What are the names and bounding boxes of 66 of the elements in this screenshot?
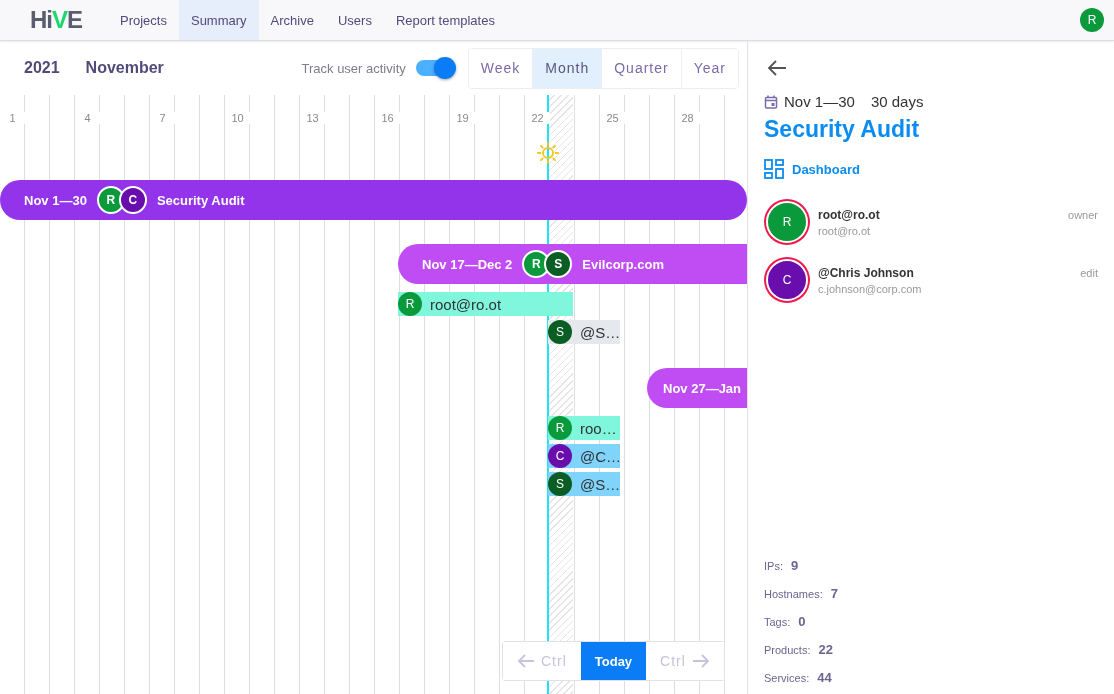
sun-icon xyxy=(537,142,559,164)
user-avatar[interactable]: R xyxy=(1080,8,1104,32)
nav-tab[interactable]: Report templates xyxy=(383,0,507,40)
activity-user: root@ro.ot xyxy=(430,295,502,313)
project-dates: Nov 1—30 xyxy=(784,93,855,110)
nav-tab[interactable]: Summary xyxy=(178,0,259,40)
project-bar[interactable]: Nov 27—Jan xyxy=(647,368,747,408)
project-dates: Nov 27—Jan xyxy=(663,380,742,396)
member-name: @Chris Johnson xyxy=(818,265,915,280)
stat-value: 44 xyxy=(817,670,832,685)
nav-tab[interactable]: Projects xyxy=(108,0,179,40)
project-duration: 30 days xyxy=(870,93,924,110)
stat-value: 9 xyxy=(790,558,799,573)
calendar-icon xyxy=(764,94,778,109)
activity-bar[interactable]: S @S… xyxy=(548,472,620,496)
year-label: 2021 xyxy=(24,59,60,77)
period-tab[interactable]: Year xyxy=(680,48,738,88)
member-avatar: C xyxy=(118,186,147,214)
activity-user: roo… xyxy=(580,419,617,437)
track-toggle[interactable] xyxy=(415,60,454,76)
member-avatar: S xyxy=(548,320,572,344)
project-dates: Nov 1—30 xyxy=(24,192,87,208)
arrow-right-icon xyxy=(691,653,710,669)
period-tab[interactable]: Month xyxy=(532,48,602,88)
stat-value: 0 xyxy=(798,614,806,629)
member-avatar: S xyxy=(548,472,572,496)
nav-tab[interactable]: Users xyxy=(325,0,384,40)
stat-value: 22 xyxy=(818,642,833,657)
member-avatar: C xyxy=(766,259,808,301)
stat-label: Products: xyxy=(764,644,811,656)
toggle-label: Track user activity xyxy=(301,60,406,76)
back-arrow-icon[interactable] xyxy=(767,59,787,77)
project-dates: Nov 17—Dec 2 xyxy=(422,256,513,272)
stat-value: 7 xyxy=(830,586,838,601)
member-avatar: S xyxy=(544,250,573,278)
member-avatar: R xyxy=(548,416,572,440)
project-name: Evilcorp.com xyxy=(582,256,664,272)
activity-user: @S… xyxy=(580,475,621,493)
dashboard-icon xyxy=(764,159,784,179)
activity-bar[interactable]: R root@ro.ot xyxy=(398,292,573,316)
member-email: root@ro.ot xyxy=(818,224,872,237)
stat-label: Services: xyxy=(764,672,810,684)
activity-user: @S… xyxy=(580,323,621,341)
project-bar[interactable]: Nov 17—Dec 2 R S Evilcorp.com xyxy=(398,244,747,284)
stat-label: Tags: xyxy=(764,616,791,628)
activity-bar[interactable]: C @C… xyxy=(548,444,620,468)
logo[interactable]: HiVE xyxy=(0,6,108,34)
project-bar[interactable]: Nov 1—30 R C Security Audit xyxy=(0,180,747,220)
stat-label: IPs: xyxy=(764,560,783,572)
activity-user: @C… xyxy=(580,447,622,465)
stat-label: Hostnames: xyxy=(764,588,823,600)
member-role: owner xyxy=(1068,209,1098,221)
project-title: Security Audit xyxy=(764,116,920,143)
activity-bar[interactable]: S @S… xyxy=(548,320,620,344)
arrow-left-icon xyxy=(517,653,535,669)
member-name: root@ro.ot xyxy=(818,207,881,222)
month-label: November xyxy=(85,59,164,77)
today-button[interactable]: Today xyxy=(580,642,647,680)
member-avatar: R xyxy=(766,201,808,243)
nav-tab[interactable]: Archive xyxy=(258,0,326,40)
member-avatar: R xyxy=(398,292,422,316)
member-email: c.johnson@corp.com xyxy=(818,282,923,295)
project-name: Security Audit xyxy=(156,192,245,208)
member-role: edit xyxy=(1080,267,1098,279)
member-avatar: C xyxy=(548,444,572,468)
activity-bar[interactable]: R roo… xyxy=(548,416,620,440)
